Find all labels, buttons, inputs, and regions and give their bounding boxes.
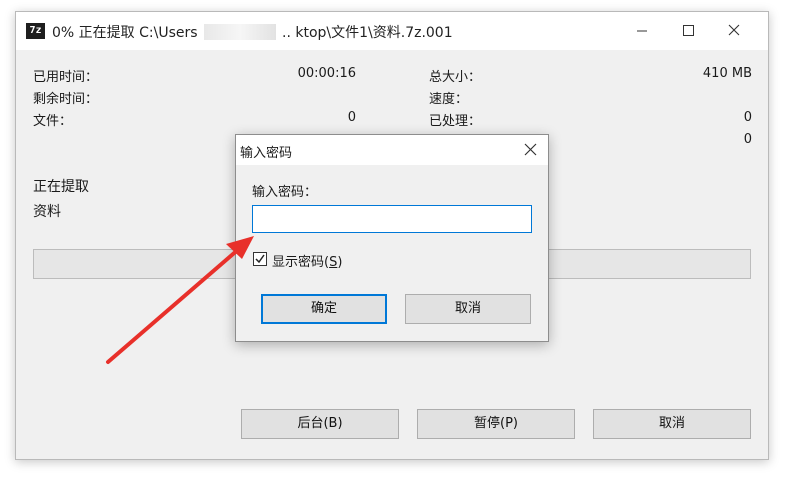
minimize-button[interactable] (619, 12, 665, 50)
password-label: 输入密码： (252, 185, 318, 200)
dialog-cancel-button[interactable]: 取消 (405, 294, 531, 324)
remaining-time-label: 剩余时间： (33, 92, 99, 107)
password-input[interactable] (252, 205, 532, 233)
status-filename: 资料 (33, 204, 61, 220)
title-bar[interactable]: 7z 0% 正在提取 C:\Users .. ktop\文件1\资料.7z.00… (16, 12, 768, 50)
close-icon (728, 24, 740, 36)
speed-label: 速度： (429, 92, 469, 107)
files-label: 文件： (33, 114, 73, 129)
elapsed-time-label: 已用时间： (33, 70, 99, 85)
maximize-icon (683, 25, 694, 36)
status-operation: 正在提取 (33, 179, 89, 195)
dialog-title: 输入密码 (240, 146, 293, 161)
minimize-icon (637, 30, 647, 32)
7zip-app-icon: 7z (26, 23, 45, 39)
processed-value: 0 (743, 110, 752, 125)
processed-label: 已处理： (429, 114, 482, 129)
checkmark-icon (255, 254, 265, 264)
show-password-text: 显示密码( (272, 255, 330, 270)
background-button[interactable]: 后台(B) (241, 409, 399, 439)
show-password-checkbox[interactable] (253, 252, 267, 266)
ok-button[interactable]: 确定 (261, 294, 387, 324)
cancel-extract-button[interactable]: 取消 (593, 409, 751, 439)
close-button[interactable] (711, 12, 757, 50)
elapsed-time-value: 00:00:16 (297, 66, 356, 81)
show-password-label[interactable]: 显示密码(S) (272, 251, 342, 270)
total-size-value: 410 MB (702, 66, 752, 81)
window-title: 0% 正在提取 C:\Users (52, 25, 198, 41)
show-password-close-paren: ) (337, 255, 343, 270)
password-dialog: 输入密码 输入密码： 显示密码(S) 确定 取消 (235, 134, 549, 342)
maximize-button[interactable] (665, 12, 711, 50)
dialog-title-bar[interactable]: 输入密码 (236, 135, 548, 165)
compressed-size-value: 0 (743, 132, 752, 147)
files-value: 0 (347, 110, 356, 125)
close-icon (524, 143, 537, 156)
window-title-path: .. ktop\文件1\资料.7z.001 (282, 25, 453, 41)
total-size-label: 总大小： (429, 70, 482, 85)
dialog-close-button[interactable] (512, 135, 548, 165)
pause-button[interactable]: 暂停(P) (417, 409, 575, 439)
redacted-username (204, 24, 276, 40)
